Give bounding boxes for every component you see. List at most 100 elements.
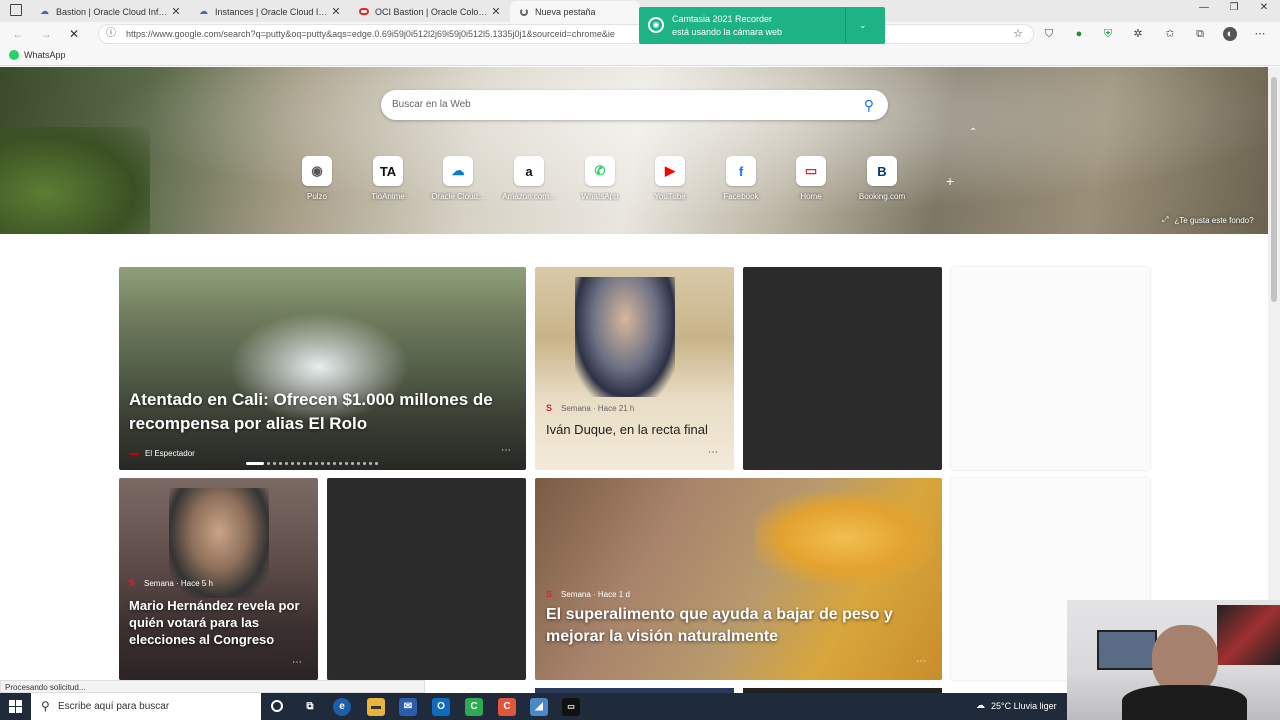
carousel-dot[interactable] — [291, 462, 294, 465]
tab-new[interactable]: Nueva pestaña — [510, 1, 640, 22]
search-icon[interactable]: ⚲ — [864, 90, 874, 120]
chevron-up-icon[interactable]: ⌃ — [969, 127, 977, 138]
close-icon[interactable]: ✕ — [490, 5, 502, 18]
scrollbar-thumb[interactable] — [1271, 77, 1277, 302]
profile-avatar[interactable]: ◐ — [1223, 27, 1237, 41]
close-icon[interactable]: ✕ — [330, 5, 342, 18]
app-icon[interactable]: ◢ — [530, 698, 548, 716]
carousel-dot[interactable] — [369, 462, 372, 465]
puzzle-icon[interactable]: ✲ — [1131, 27, 1145, 41]
more-options-icon[interactable]: ⋯ — [916, 656, 926, 667]
forward-icon[interactable]: → — [38, 26, 54, 42]
camtasia-notification[interactable]: ◉ Camtasia 2021 Recorder está usando la … — [639, 7, 885, 44]
close-icon[interactable]: ✕ — [170, 5, 182, 18]
taskbar-search[interactable]: ⚲ Escribe aquí para buscar — [31, 693, 261, 720]
more-options-icon[interactable]: ⋯ — [501, 445, 511, 456]
file-explorer-icon[interactable]: ▬ — [367, 698, 385, 716]
carousel-dot[interactable] — [375, 462, 378, 465]
edge-icon[interactable]: e — [333, 698, 351, 716]
weather-widget[interactable]: ☁ 25°C Lluvia liger — [976, 700, 1057, 711]
more-icon[interactable]: ⋯ — [1253, 27, 1267, 41]
url-field[interactable]: ⓘ https://www.google.com/search?q=putty&… — [98, 24, 1034, 44]
extension-icon[interactable]: ● — [1072, 27, 1086, 41]
maximize-icon[interactable]: ❐ — [1220, 2, 1248, 18]
carousel-dot[interactable] — [333, 462, 336, 465]
carousel-dot[interactable] — [321, 462, 324, 465]
carousel-dot[interactable] — [303, 462, 306, 465]
news-card-hernandez[interactable]: S Semana · Hace 5 h Mario Hernández revel… — [119, 478, 318, 680]
news-card-placeholder — [743, 267, 942, 470]
camtasia-green-icon[interactable]: C — [465, 698, 483, 716]
mail-icon[interactable]: ✉ — [399, 698, 417, 716]
quick-link-whatsapp[interactable]: ✆ WhatsApp — [564, 156, 636, 201]
news-source: S Semana · Hace 5 h — [129, 578, 213, 589]
stop-icon[interactable]: ✕ — [66, 26, 82, 42]
quick-link-home[interactable]: ▭ Home — [775, 156, 847, 201]
quick-link-amazon-com[interactable]: a Amazon.com... — [493, 156, 565, 201]
news-card-main[interactable]: Atentado en Cali: Ofrecen $1.000 millone… — [119, 267, 526, 470]
carousel-dot[interactable] — [273, 462, 276, 465]
more-options-icon[interactable]: ⋯ — [292, 657, 302, 668]
news-source: S Semana · Hace 21 h — [546, 404, 634, 414]
windows-start-icon[interactable] — [9, 700, 22, 713]
scrollbar[interactable] — [1268, 67, 1280, 690]
carousel-dot[interactable] — [285, 462, 288, 465]
minimize-icon[interactable]: — — [1190, 2, 1218, 18]
tab-instances[interactable]: ☁ Instances | Oracle Cloud Infrastru ✕ — [190, 1, 350, 22]
carousel-dot[interactable] — [363, 462, 366, 465]
carousel-dot[interactable] — [327, 462, 330, 465]
tab-label: Instances | Oracle Cloud Infrastru — [215, 6, 330, 17]
tab-oci-bastion[interactable]: OCI Bastion | Oracle Colombia ✕ — [350, 1, 510, 22]
outlook-icon[interactable]: O — [432, 698, 450, 716]
news-card-duque[interactable]: S Semana · Hace 21 h Iván Duque, en la re… — [535, 267, 734, 470]
news-source-label: Semana · Hace 5 h — [144, 579, 213, 588]
carousel-dot[interactable] — [351, 462, 354, 465]
new-tab-banner: Buscar en la Web ⚲ ⌃ ◉ Pulzo TA TioAnime ☁ Or… — [0, 67, 1268, 234]
quick-link-tioanime[interactable]: TA TioAnime — [352, 156, 424, 201]
cortana-icon[interactable] — [271, 700, 283, 712]
tab-bastion[interactable]: ☁ Bastion | Oracle Cloud Infrastruct ✕ — [31, 1, 190, 22]
carousel-dot[interactable] — [267, 462, 270, 465]
close-window-icon[interactable]: ✕ — [1250, 2, 1278, 18]
quick-link-oracle-cloud[interactable]: ☁ Oracle Cloud... — [422, 156, 494, 201]
quick-link-pulzo[interactable]: ◉ Pulzo — [281, 156, 353, 201]
quick-link-label: WhatsApp — [581, 192, 619, 201]
carousel-dot[interactable] — [297, 462, 300, 465]
carousel-dot[interactable] — [357, 462, 360, 465]
tab-actions-icon[interactable] — [10, 4, 22, 16]
news-card-superalimento[interactable]: S Semana · Hace 1 d El superalimento que … — [535, 478, 942, 680]
web-search-box[interactable]: Buscar en la Web ⚲ — [381, 90, 888, 120]
cloud-icon: ☁ — [199, 6, 208, 16]
carousel-dot[interactable] — [339, 462, 342, 465]
favorites-icon[interactable]: ✩ — [1163, 27, 1177, 41]
favorite-star-icon[interactable]: ☆ — [1011, 27, 1025, 41]
semana-logo: S — [129, 578, 136, 588]
shield-icon[interactable]: ⛉ — [1042, 27, 1056, 41]
add-shortcut-icon[interactable]: + — [946, 173, 954, 189]
carousel-dot[interactable] — [309, 462, 312, 465]
carousel-dot[interactable] — [315, 462, 318, 465]
weather-text: 25°C Lluvia liger — [991, 700, 1057, 711]
info-icon[interactable]: ⓘ — [106, 25, 116, 43]
terminal-icon[interactable]: ▭ — [562, 698, 580, 716]
task-view-icon[interactable]: ⧉ — [301, 698, 319, 716]
favorite-whatsapp[interactable]: WhatsApp — [9, 50, 66, 60]
oracle-icon — [358, 6, 369, 17]
carousel-dot[interactable] — [345, 462, 348, 465]
carousel-dot-active[interactable] — [246, 462, 264, 465]
more-options-icon[interactable]: ⋯ — [708, 447, 718, 458]
shield-check-icon[interactable]: ⛨ — [1101, 27, 1115, 41]
quick-link-booking-com[interactable]: B Booking.com — [846, 156, 918, 201]
back-icon[interactable]: ← — [10, 26, 26, 42]
carousel-dots[interactable] — [246, 462, 378, 465]
background-feedback[interactable]: ⤢ ¿Te gusta este fondo? — [1162, 215, 1254, 225]
news-image — [755, 493, 935, 583]
quick-link-facebook[interactable]: f Facebook — [705, 156, 777, 201]
news-headline: Mario Hernández revela por quién votará … — [129, 598, 300, 647]
carousel-dot[interactable] — [279, 462, 282, 465]
quick-link-youtube[interactable]: ▶ YouTube — [634, 156, 706, 201]
camtasia-recorder-icon[interactable]: C — [498, 698, 516, 716]
chevron-down-icon[interactable]: ⌄ — [859, 20, 867, 31]
collections-icon[interactable]: ⧉ — [1193, 27, 1207, 41]
source-logo — [129, 452, 139, 455]
